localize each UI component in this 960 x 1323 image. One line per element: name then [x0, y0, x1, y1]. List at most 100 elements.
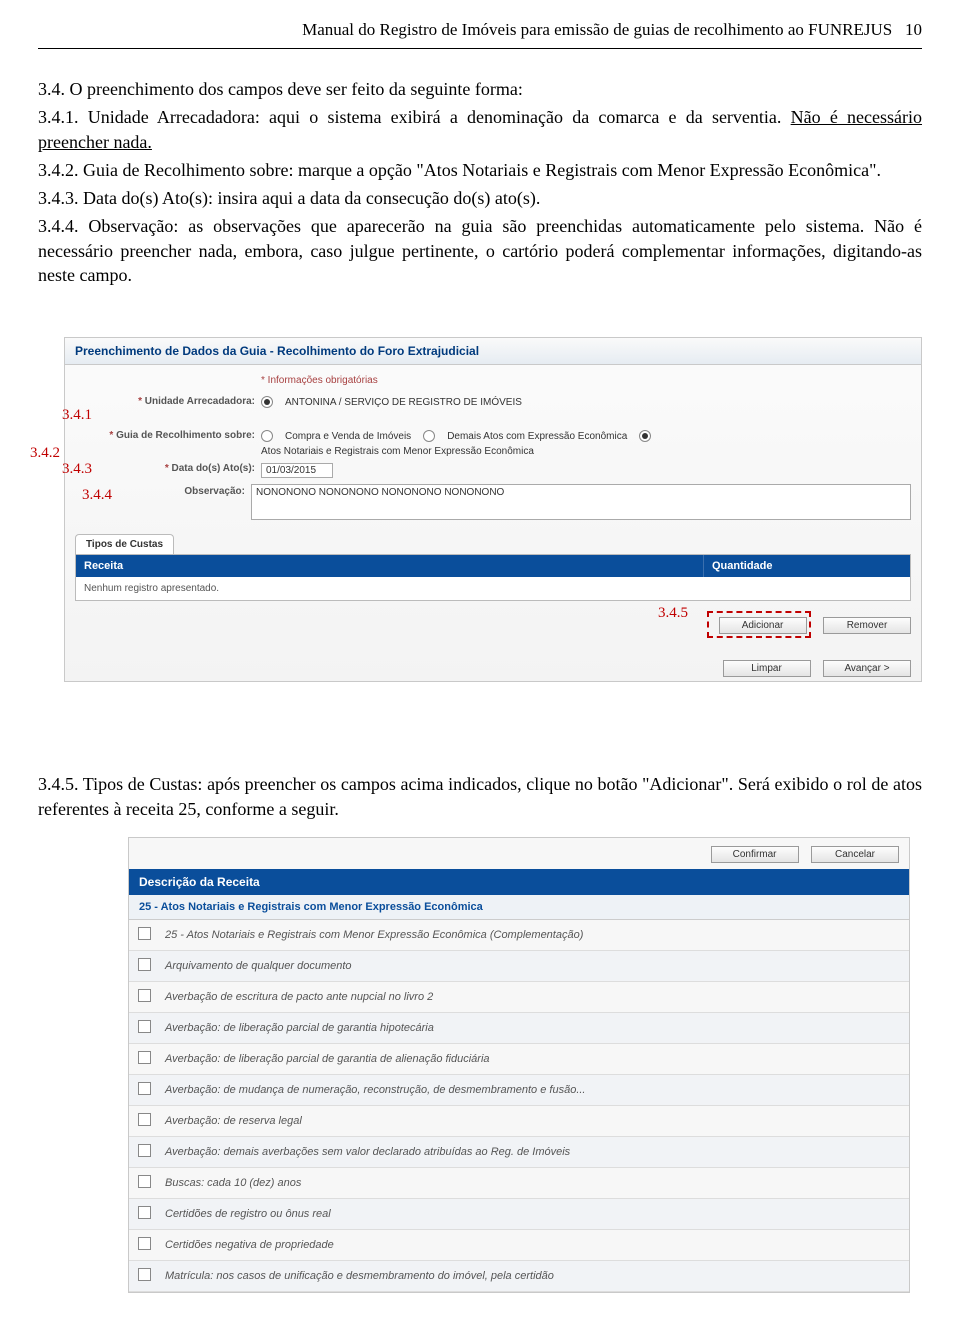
panel-title: Preenchimento de Dados da Guia - Recolhi…: [65, 338, 921, 365]
grid-header: Receita Quantidade: [76, 555, 910, 577]
row-observacao: Observação:: [75, 484, 911, 520]
receita-screenshot: Confirmar Cancelar Descrição da Receita …: [128, 837, 910, 1293]
tab-tipos-custas[interactable]: Tipos de Custas: [75, 534, 174, 554]
confirmar-button[interactable]: Confirmar: [711, 846, 799, 863]
receita-row: Matrícula: nos casos de unificação e des…: [129, 1261, 909, 1292]
limpar-button[interactable]: Limpar: [723, 660, 811, 677]
para-3-4-3: 3.4.3. Data do(s) Ato(s): insira aqui a …: [38, 186, 922, 210]
receita-checkbox-cell: [129, 1199, 159, 1229]
receita-checkbox[interactable]: [138, 1051, 151, 1064]
observacao-textarea[interactable]: [251, 484, 911, 520]
receita-desc: Averbação de escritura de pacto ante nup…: [159, 984, 909, 1010]
receita-checkbox-cell: [129, 951, 159, 981]
receita-row: 25 - Atos Notariais e Registrais com Men…: [129, 920, 909, 951]
receita-checkbox[interactable]: [138, 989, 151, 1002]
receita-checkbox[interactable]: [138, 958, 151, 971]
receita-checkbox-cell: [129, 982, 159, 1012]
receita-row: Averbação: demais averbações sem valor d…: [129, 1137, 909, 1168]
receita-checkbox-cell: [129, 1106, 159, 1136]
receita-checkbox[interactable]: [138, 1082, 151, 1095]
remover-button[interactable]: Remover: [823, 617, 911, 634]
receita-desc: Matrícula: nos casos de unificação e des…: [159, 1263, 909, 1289]
label-data-ato: Data do(s) Ato(s):: [171, 463, 255, 474]
cancelar-button[interactable]: Cancelar: [811, 846, 899, 863]
form-screenshot-1: 3.4.1 3.4.2 3.4.3 3.4.4 3.4.5 Preenchime…: [38, 337, 922, 682]
receita-checkbox[interactable]: [138, 1144, 151, 1157]
opt2-label: Demais Atos com Expressão Econômica: [447, 431, 627, 442]
receita-checkbox-cell: [129, 1261, 159, 1291]
callout-3-4-5: 3.4.5: [658, 605, 688, 622]
receita-checkbox-cell: [129, 1013, 159, 1043]
para-3-4: 3.4. O preenchimento dos campos deve ser…: [38, 77, 922, 101]
receita-desc: Arquivamento de qualquer documento: [159, 953, 909, 979]
receita-desc: Certidões negativa de propriedade: [159, 1232, 909, 1258]
receita-row: Averbação: de liberação parcial de garan…: [129, 1013, 909, 1044]
avancar-button[interactable]: Avançar >: [823, 660, 911, 677]
receita-checkbox[interactable]: [138, 1175, 151, 1188]
receita-desc: Averbação: de liberação parcial de garan…: [159, 1015, 909, 1041]
running-header: Manual do Registro de Imóveis para emiss…: [38, 20, 922, 40]
data-ato-input[interactable]: [261, 463, 333, 478]
callout-3-4-4: 3.4.4: [82, 487, 112, 504]
receita-checkbox[interactable]: [138, 1113, 151, 1126]
row-unidade: * Unidade Arrecadadora: ANTONINA / SERVI…: [75, 396, 911, 408]
radio-opt3[interactable]: [639, 430, 651, 442]
receita-checkbox-cell: [129, 1044, 159, 1074]
unidade-value: ANTONINA / SERVIÇO DE REGISTRO DE IMÓVEI…: [285, 397, 522, 408]
receita-checkbox-cell: [129, 920, 159, 950]
receita-desc: Certidões de registro ou ônus real: [159, 1201, 909, 1227]
radio-opt2[interactable]: [423, 430, 435, 442]
receita-checkbox[interactable]: [138, 1020, 151, 1033]
receita-desc: Averbação: de reserva legal: [159, 1108, 909, 1134]
receita-desc: Averbação: de liberação parcial de garan…: [159, 1046, 909, 1072]
receita-checkbox[interactable]: [138, 1268, 151, 1281]
document-body: 3.4. O preenchimento dos campos deve ser…: [38, 77, 922, 287]
receita-row: Averbação: de liberação parcial de garan…: [129, 1044, 909, 1075]
receita-row: Averbação: de mudança de numeração, reco…: [129, 1075, 909, 1106]
tab-strip: Tipos de Custas Receita Quantidade Nenhu…: [75, 534, 911, 638]
para-3-4-1: 3.4.1. Unidade Arrecadadora: aqui o sist…: [38, 105, 922, 154]
header-rule: [38, 48, 922, 49]
para-3-4-5-wrap: 3.4.5. Tipos de Custas: após preencher o…: [38, 772, 922, 821]
required-note: * Informações obrigatórias: [261, 375, 911, 386]
para-3-4-2: 3.4.2. Guia de Recolhimento sobre: marqu…: [38, 158, 922, 182]
receita-row: Arquivamento de qualquer documento: [129, 951, 909, 982]
adicionar-button[interactable]: Adicionar: [719, 617, 807, 634]
receita-row: Certidões de registro ou ônus real: [129, 1199, 909, 1230]
opt3-label: Atos Notariais e Registrais com Menor Ex…: [261, 446, 534, 457]
receita-checkbox-cell: [129, 1137, 159, 1167]
receita-header: Descrição da Receita: [129, 869, 909, 895]
receita-row: Averbação de escritura de pacto ante nup…: [129, 982, 909, 1013]
col-quantidade: Quantidade: [704, 555, 910, 577]
receita-row: Averbação: de reserva legal: [129, 1106, 909, 1137]
grid-buttons: Adicionar Remover: [75, 611, 911, 638]
receita-desc: 25 - Atos Notariais e Registrais com Men…: [159, 922, 909, 948]
label-unidade: Unidade Arrecadadora:: [145, 396, 255, 407]
receita-checkbox[interactable]: [138, 927, 151, 940]
para-3-4-5: 3.4.5. Tipos de Custas: após preencher o…: [38, 772, 922, 821]
receita-list: 25 - Atos Notariais e Registrais com Men…: [129, 920, 909, 1292]
form-action-buttons: Limpar Avançar >: [75, 658, 911, 677]
label-guia-sobre: Guia de Recolhimento sobre:: [116, 430, 255, 441]
header-title: Manual do Registro de Imóveis para emiss…: [302, 20, 892, 39]
radio-opt1[interactable]: [261, 430, 273, 442]
receita-checkbox[interactable]: [138, 1237, 151, 1250]
receita-desc: Averbação: demais averbações sem valor d…: [159, 1139, 909, 1165]
radio-unidade[interactable]: [261, 396, 273, 408]
callout-3-4-3: 3.4.3: [62, 461, 92, 478]
para-3-4-4: 3.4.4. Observação: as observações que ap…: [38, 214, 922, 287]
receita-top-buttons: Confirmar Cancelar: [129, 838, 909, 869]
receita-checkbox-cell: [129, 1168, 159, 1198]
receita-desc: Buscas: cada 10 (dez) anos: [159, 1170, 909, 1196]
receita-checkbox-cell: [129, 1230, 159, 1260]
col-receita: Receita: [76, 555, 704, 577]
grid-empty-msg: Nenhum registro apresentado.: [76, 577, 910, 600]
receita-row: Buscas: cada 10 (dez) anos: [129, 1168, 909, 1199]
page-number: 10: [905, 20, 922, 39]
label-observacao: Observação:: [184, 486, 245, 497]
receita-subheader: 25 - Atos Notariais e Registrais com Men…: [129, 895, 909, 920]
adicionar-highlight: Adicionar: [707, 611, 811, 638]
receita-row: Certidões negativa de propriedade: [129, 1230, 909, 1261]
receita-checkbox[interactable]: [138, 1206, 151, 1219]
receita-checkbox-cell: [129, 1075, 159, 1105]
